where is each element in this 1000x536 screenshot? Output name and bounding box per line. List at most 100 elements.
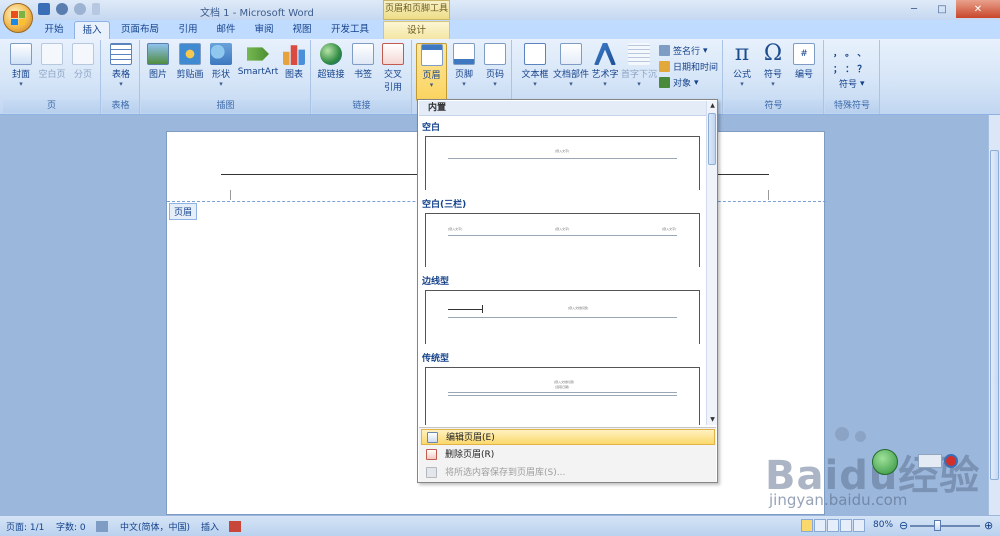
cover-page-label: 封面 xyxy=(11,70,30,80)
gallery-scrollbar[interactable]: ▲ ▼ xyxy=(706,101,717,425)
zoom-in-icon[interactable]: ⊕ xyxy=(984,519,993,532)
shapes-icon xyxy=(210,43,232,65)
word-count[interactable]: 字数: 0 xyxy=(56,520,86,533)
clip-art-button[interactable]: 剪贴画 xyxy=(174,43,206,80)
insert-mode[interactable]: 插入 xyxy=(201,520,219,533)
office-button[interactable] xyxy=(3,3,33,33)
tab-design[interactable]: 设计 xyxy=(383,21,450,39)
object-button[interactable]: 对象 ▾ xyxy=(659,76,699,89)
tab-view[interactable]: 视图 xyxy=(284,21,320,39)
macro-record-icon[interactable] xyxy=(229,521,241,532)
save-to-gallery-icon xyxy=(426,467,437,478)
clip-art-icon xyxy=(179,43,201,65)
close-button[interactable]: ✕ xyxy=(956,0,1000,18)
group-illustrations: 图片 剪贴画 形状 ▾ SmartArt 图表 插图 xyxy=(141,40,311,114)
smartart-label: SmartArt xyxy=(237,67,279,77)
zoom-slider-handle[interactable] xyxy=(934,520,941,531)
gallery-footer: 编辑页眉(E) 删除页眉(R) 将所选内容保存到页眉库(S)... xyxy=(419,427,716,482)
header-tag: 页眉 xyxy=(169,203,198,220)
proofing-icon[interactable] xyxy=(96,521,108,532)
number-button[interactable]: # 编号 xyxy=(790,43,818,80)
remove-header-item[interactable]: 删除页眉(R) xyxy=(421,447,715,463)
tab-insert[interactable]: 插入 xyxy=(74,21,110,39)
quick-parts-button[interactable]: 文档部件 ▾ xyxy=(551,43,591,88)
view-print-layout-icon[interactable] xyxy=(801,519,813,532)
signature-line-button[interactable]: 签名行 ▾ xyxy=(659,44,708,57)
customize-qat-icon[interactable] xyxy=(92,3,100,15)
view-web-layout-icon[interactable] xyxy=(827,519,839,532)
hyperlink-button[interactable]: 超链接 xyxy=(314,43,348,80)
footer-button[interactable]: 页脚 ▾ xyxy=(449,43,479,88)
text-box-icon xyxy=(524,43,546,65)
tab-developer[interactable]: 开发工具 xyxy=(324,21,376,39)
gallery-scroll-thumb[interactable] xyxy=(708,113,716,165)
gallery-item-blank-three[interactable]: [键入文字] [键入文字] [键入文字] xyxy=(425,213,700,267)
group-label-illustrations: 插图 xyxy=(141,100,310,113)
special-chars-row-2[interactable]: ； ： ？ xyxy=(833,62,866,75)
language[interactable]: 中文(简体，中国) xyxy=(120,520,190,533)
scroll-up-icon[interactable]: ▲ xyxy=(707,101,718,111)
special-chars-row-1[interactable]: ， 。 、 xyxy=(833,46,866,59)
page-count[interactable]: 页面: 1/1 xyxy=(6,520,44,533)
chevron-down-icon: ▾ xyxy=(429,81,434,89)
picture-icon xyxy=(147,43,169,65)
wordart-button[interactable]: 艺术字 ▾ xyxy=(589,43,621,88)
shapes-button[interactable]: 形状 ▾ xyxy=(207,43,235,88)
tab-review[interactable]: 审阅 xyxy=(246,21,282,39)
picture-label: 图片 xyxy=(148,70,167,80)
date-time-button[interactable]: 日期和时间 xyxy=(659,60,718,73)
picture-button[interactable]: 图片 xyxy=(144,43,172,80)
bookmark-button[interactable]: 书签 xyxy=(350,43,376,80)
view-full-screen-icon[interactable] xyxy=(814,519,826,532)
chart-icon xyxy=(283,45,305,65)
gallery-item-sideline[interactable]: [键入文档标题] xyxy=(425,290,700,344)
chevron-down-icon: ▾ xyxy=(533,80,537,88)
undo-icon[interactable] xyxy=(56,3,68,15)
maximize-button[interactable]: □ xyxy=(928,0,956,18)
edit-header-item[interactable]: 编辑页眉(E) xyxy=(421,429,715,445)
gallery-item-blank[interactable]: [键入文字] xyxy=(425,136,700,190)
tab-references[interactable]: 引用 xyxy=(170,21,206,39)
smartart-button[interactable]: SmartArt xyxy=(237,43,279,77)
group-label-links: 链接 xyxy=(312,100,411,113)
zoom-out-icon[interactable]: ⊖ xyxy=(899,519,908,532)
equation-button[interactable]: π 公式 ▾ xyxy=(728,43,756,89)
context-tool-title: 页眉和页脚工具 xyxy=(383,0,450,20)
tab-mailings[interactable]: 邮件 xyxy=(208,21,244,39)
view-draft-icon[interactable] xyxy=(853,519,865,532)
header-button[interactable]: 页眉 ▾ xyxy=(416,43,447,101)
add-icon[interactable] xyxy=(944,454,958,468)
tab-page-layout[interactable]: 页面布局 xyxy=(114,21,166,39)
tab-home[interactable]: 开始 xyxy=(36,21,72,39)
minimize-button[interactable]: ─ xyxy=(900,0,928,18)
text-box-button[interactable]: 文本框 ▾ xyxy=(518,43,552,88)
save-icon[interactable] xyxy=(38,3,50,15)
page-break-button: 分页 xyxy=(69,43,97,80)
view-outline-icon[interactable] xyxy=(840,519,852,532)
thumb-text: [键入文档标题] xyxy=(568,306,589,310)
gallery-item-traditional[interactable]: [键入文档标题] [选取日期] xyxy=(425,367,700,425)
footer-label: 页脚 xyxy=(454,70,473,80)
zoom-level[interactable]: 80% xyxy=(873,520,893,530)
cross-reference-label-1: 交叉 xyxy=(383,70,402,80)
scrollbar-thumb[interactable] xyxy=(990,150,999,480)
gallery-section-traditional: 传统型 xyxy=(422,354,450,364)
signature-icon xyxy=(659,45,670,56)
chart-button[interactable]: 图表 xyxy=(281,43,307,80)
wordart-icon xyxy=(594,43,616,65)
page-number-button[interactable]: 页码 ▾ xyxy=(480,43,510,88)
floating-widget-icon[interactable] xyxy=(918,450,958,472)
symbol-button[interactable]: Ω 符号 ▾ xyxy=(760,43,786,89)
table-button[interactable]: 表格 ▾ xyxy=(106,43,136,88)
bookmark-icon xyxy=(352,43,374,65)
special-symbol-button[interactable]: 符号 ▾ xyxy=(839,77,865,91)
scroll-down-icon[interactable]: ▼ xyxy=(707,415,718,425)
chevron-down-icon: ▾ xyxy=(603,80,607,88)
chevron-down-icon: ▾ xyxy=(703,45,708,56)
redo-icon[interactable] xyxy=(74,3,86,15)
cover-page-button[interactable]: 封面 ▾ xyxy=(6,43,36,88)
gallery-section-blank-three: 空白(三栏) xyxy=(422,200,467,210)
equation-label: 公式 xyxy=(732,70,751,80)
cross-reference-button[interactable]: 交叉 引用 xyxy=(378,43,408,93)
zoom-slider[interactable] xyxy=(910,525,980,527)
